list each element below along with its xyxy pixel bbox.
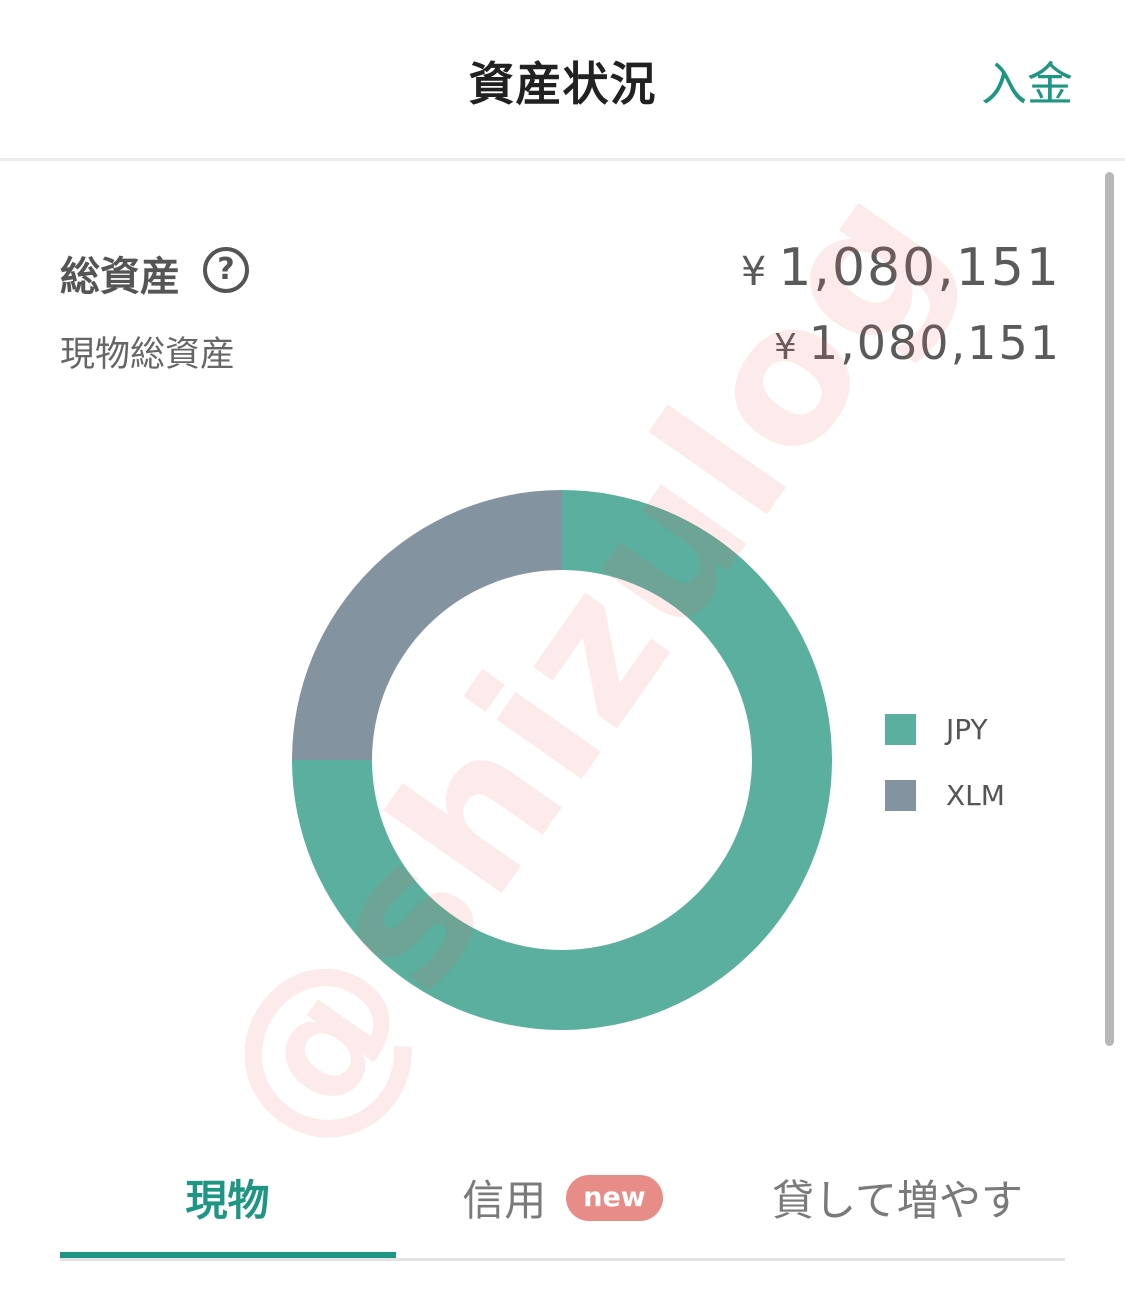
tab-lending[interactable]: 貸して増やす <box>730 1140 1065 1255</box>
tab-spot[interactable]: 現物 <box>60 1140 396 1258</box>
tab-lending-label: 貸して増やす <box>772 1176 1023 1225</box>
top-bar: 資産状況 入金 <box>0 0 1125 161</box>
asset-status-screen: 資産状況 入金 総資産 ? ¥1,080,151 現物総資産 ¥1,080,15… <box>0 0 1125 1289</box>
tab-margin-label: 信用 <box>462 1176 547 1225</box>
chart-legend: JPY XLM <box>885 696 1005 828</box>
currency-symbol: ¥ <box>773 327 799 368</box>
legend-label-xlm: XLM <box>946 778 1005 812</box>
total-assets-label: 総資産 <box>60 254 180 300</box>
donut-slice-xlm <box>292 490 562 760</box>
spot-assets-amount: 1,080,151 <box>808 316 1061 370</box>
asset-donut-chart <box>292 490 832 1030</box>
deposit-button[interactable]: 入金 <box>981 48 1073 114</box>
asset-type-tabs: 現物 信用 new 貸して増やす <box>60 1140 1065 1261</box>
spot-assets-label: 現物総資産 <box>60 335 236 375</box>
legend-label-jpy: JPY <box>946 712 988 746</box>
watermark: @shizulog <box>170 145 992 1187</box>
scrollbar[interactable] <box>1105 172 1114 1046</box>
spot-assets-value: ¥1,080,151 <box>774 316 1061 370</box>
donut-slice-jpy <box>292 490 832 1030</box>
page-title: 資産状況 <box>468 57 657 111</box>
active-tab-indicator <box>60 1252 396 1258</box>
tab-spot-label: 現物 <box>185 1176 270 1225</box>
tab-margin[interactable]: 信用 new <box>395 1140 730 1255</box>
legend-swatch-jpy <box>885 713 916 745</box>
legend-item-jpy: JPY <box>885 696 1005 762</box>
new-badge: new <box>566 1174 663 1221</box>
currency-symbol: ¥ <box>740 249 769 295</box>
total-assets-value: ¥1,080,151 <box>741 238 1061 298</box>
total-assets-amount: 1,080,151 <box>778 238 1061 298</box>
legend-item-xlm: XLM <box>885 762 1005 828</box>
legend-swatch-xlm <box>885 779 916 811</box>
help-icon[interactable]: ? <box>203 247 249 293</box>
